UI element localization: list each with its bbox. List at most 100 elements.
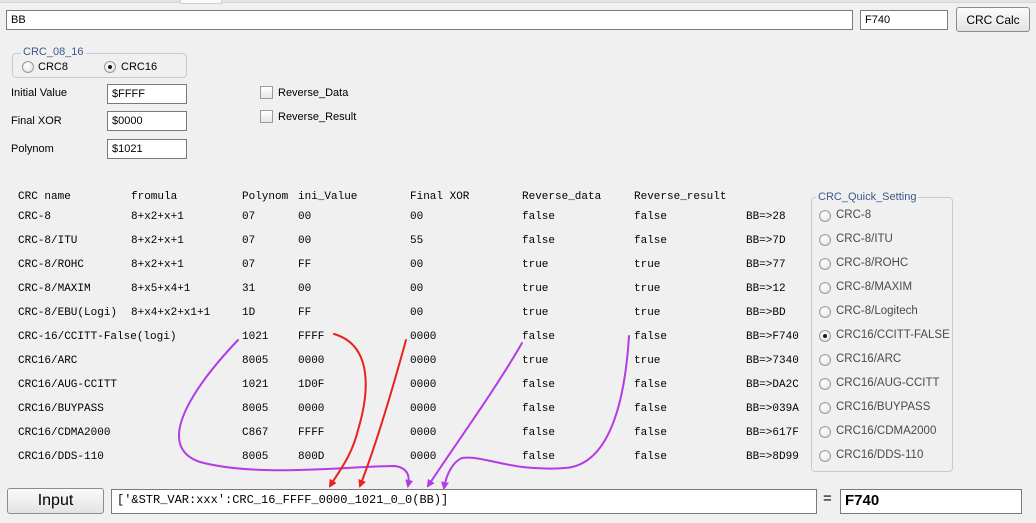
cell-name: CRC16/BUYPASS (18, 403, 104, 415)
cell-result: BB=>BD (746, 307, 786, 319)
cell-ini-value: 00 (298, 235, 312, 247)
tab-stub[interactable] (180, 0, 222, 4)
arrow-finalxor-to-expression (358, 339, 407, 488)
quick-setting-radio[interactable] (819, 354, 831, 366)
cell-result: BB=>7D (746, 235, 786, 247)
cell-ini-value: 800D (298, 451, 325, 463)
reverse-result-checkbox[interactable] (260, 110, 273, 123)
cell-polynom: 1021 (242, 379, 269, 391)
cell-polynom: 8005 (242, 403, 269, 415)
cell-result: BB=>DA2C (746, 379, 799, 391)
cell-final-xor: 0000 (410, 355, 437, 367)
quick-setting-label: CRC-8/ROHC (836, 257, 909, 269)
cell-ini-value: 00 (298, 211, 312, 223)
reverse-data-label: Reverse_Data (278, 87, 349, 99)
expression-field[interactable]: ['&STR_VAR:xxx':CRC_16_FFFF_0000_1021_0_… (111, 489, 817, 514)
cell-reverse-result: false (634, 451, 668, 463)
cell-polynom: 31 (242, 283, 256, 295)
quick-setting-radio[interactable] (819, 258, 831, 270)
crc8-radio[interactable] (22, 61, 34, 73)
quick-setting-radio[interactable] (819, 330, 831, 342)
cell-final-xor: 0000 (410, 451, 437, 463)
data-input[interactable]: BB (6, 10, 853, 30)
quick-setting-radio[interactable] (819, 306, 831, 318)
cell-final-xor: 0000 (410, 331, 437, 343)
window-top-edge (0, 0, 1036, 3)
quick-setting-radio[interactable] (819, 426, 831, 438)
cell-ini-value: 0000 (298, 403, 325, 415)
cell-result: BB=>039A (746, 403, 799, 415)
cell-polynom: 07 (242, 235, 256, 247)
crc16-radio[interactable] (104, 61, 116, 73)
cell-polynom: 8005 (242, 451, 269, 463)
cell-reverse-data: true (522, 355, 549, 367)
quick-setting-radio[interactable] (819, 210, 831, 222)
cell-name: CRC-8 (18, 211, 52, 223)
crc-result-field[interactable]: F740 (860, 10, 948, 30)
cell-ini-value: FFFF (298, 427, 325, 439)
cell-final-xor: 00 (410, 307, 424, 319)
quick-setting-label: CRC-8/ITU (836, 233, 893, 245)
col-header-name: CRC name (18, 191, 71, 203)
quick-setting-label: CRC16/CDMA2000 (836, 425, 937, 437)
quick-setting-radio[interactable] (819, 234, 831, 246)
final-xor-input[interactable]: $0000 (107, 111, 187, 131)
cell-reverse-data: false (522, 403, 556, 415)
crc8-label: CRC8 (38, 61, 68, 73)
cell-reverse-data: false (522, 211, 556, 223)
col-header-final-xor: Final XOR (410, 191, 470, 203)
arrow-polynom-to-expression (178, 339, 414, 488)
cell-ini-value: FF (298, 259, 312, 271)
col-header-formula: fromula (131, 191, 178, 203)
cell-name: CRC16/CDMA2000 (18, 427, 111, 439)
cell-reverse-result: false (634, 379, 668, 391)
polynom-label: Polynom (11, 143, 54, 155)
equals-sign: = (823, 490, 832, 507)
crc-calc-button[interactable]: CRC Calc (956, 7, 1030, 32)
cell-name: CRC16/AUG-CCITT (18, 379, 118, 391)
quick-setting-radio[interactable] (819, 282, 831, 294)
cell-name: CRC-8/MAXIM (18, 283, 91, 295)
initial-value-input[interactable]: $FFFF (107, 84, 187, 104)
cell-result: BB=>28 (746, 211, 786, 223)
cell-reverse-result: true (634, 355, 661, 367)
cell-ini-value: 0000 (298, 355, 325, 367)
cell-final-xor: 00 (410, 211, 424, 223)
cell-formula: 8+x2+x+1 (131, 211, 184, 223)
cell-result: BB=>617F (746, 427, 799, 439)
cell-reverse-result: false (634, 211, 668, 223)
crc-width-legend: CRC_08_16 (21, 46, 86, 58)
output-field[interactable]: F740 (840, 489, 1022, 514)
cell-name: CRC16/ARC (18, 355, 78, 367)
cell-reverse-result: true (634, 259, 661, 271)
reverse-data-checkbox[interactable] (260, 86, 273, 99)
cell-reverse-result: false (634, 331, 668, 343)
cell-formula: 8+x2+x+1 (131, 235, 184, 247)
cell-result: BB=>12 (746, 283, 786, 295)
quick-setting-label: CRC-8/Logitech (836, 305, 918, 317)
cell-reverse-data: false (522, 427, 556, 439)
cell-reverse-data: true (522, 283, 549, 295)
cell-result: BB=>7340 (746, 355, 799, 367)
cell-reverse-result: false (634, 427, 668, 439)
arrow-ini-to-expression (328, 333, 367, 488)
quick-setting-legend: CRC_Quick_Setting (816, 191, 919, 203)
cell-polynom: 07 (242, 211, 256, 223)
cell-final-xor: 00 (410, 283, 424, 295)
cell-reverse-data: true (522, 307, 549, 319)
cell-polynom: 8005 (242, 355, 269, 367)
cell-reverse-result: true (634, 283, 661, 295)
cell-reverse-result: true (634, 307, 661, 319)
input-button-label: Input (37, 492, 74, 509)
cell-final-xor: 0000 (410, 427, 437, 439)
polynom-input[interactable]: $1021 (107, 139, 187, 159)
cell-ini-value: 00 (298, 283, 312, 295)
quick-setting-radio[interactable] (819, 378, 831, 390)
cell-formula: 8+x2+x+1 (131, 259, 184, 271)
input-button[interactable]: Input (7, 488, 104, 514)
cell-polynom: 1D (242, 307, 256, 319)
crc16-label: CRC16 (121, 61, 158, 73)
reverse-result-label: Reverse_Result (278, 111, 357, 123)
quick-setting-radio[interactable] (819, 402, 831, 414)
quick-setting-radio[interactable] (819, 450, 831, 462)
